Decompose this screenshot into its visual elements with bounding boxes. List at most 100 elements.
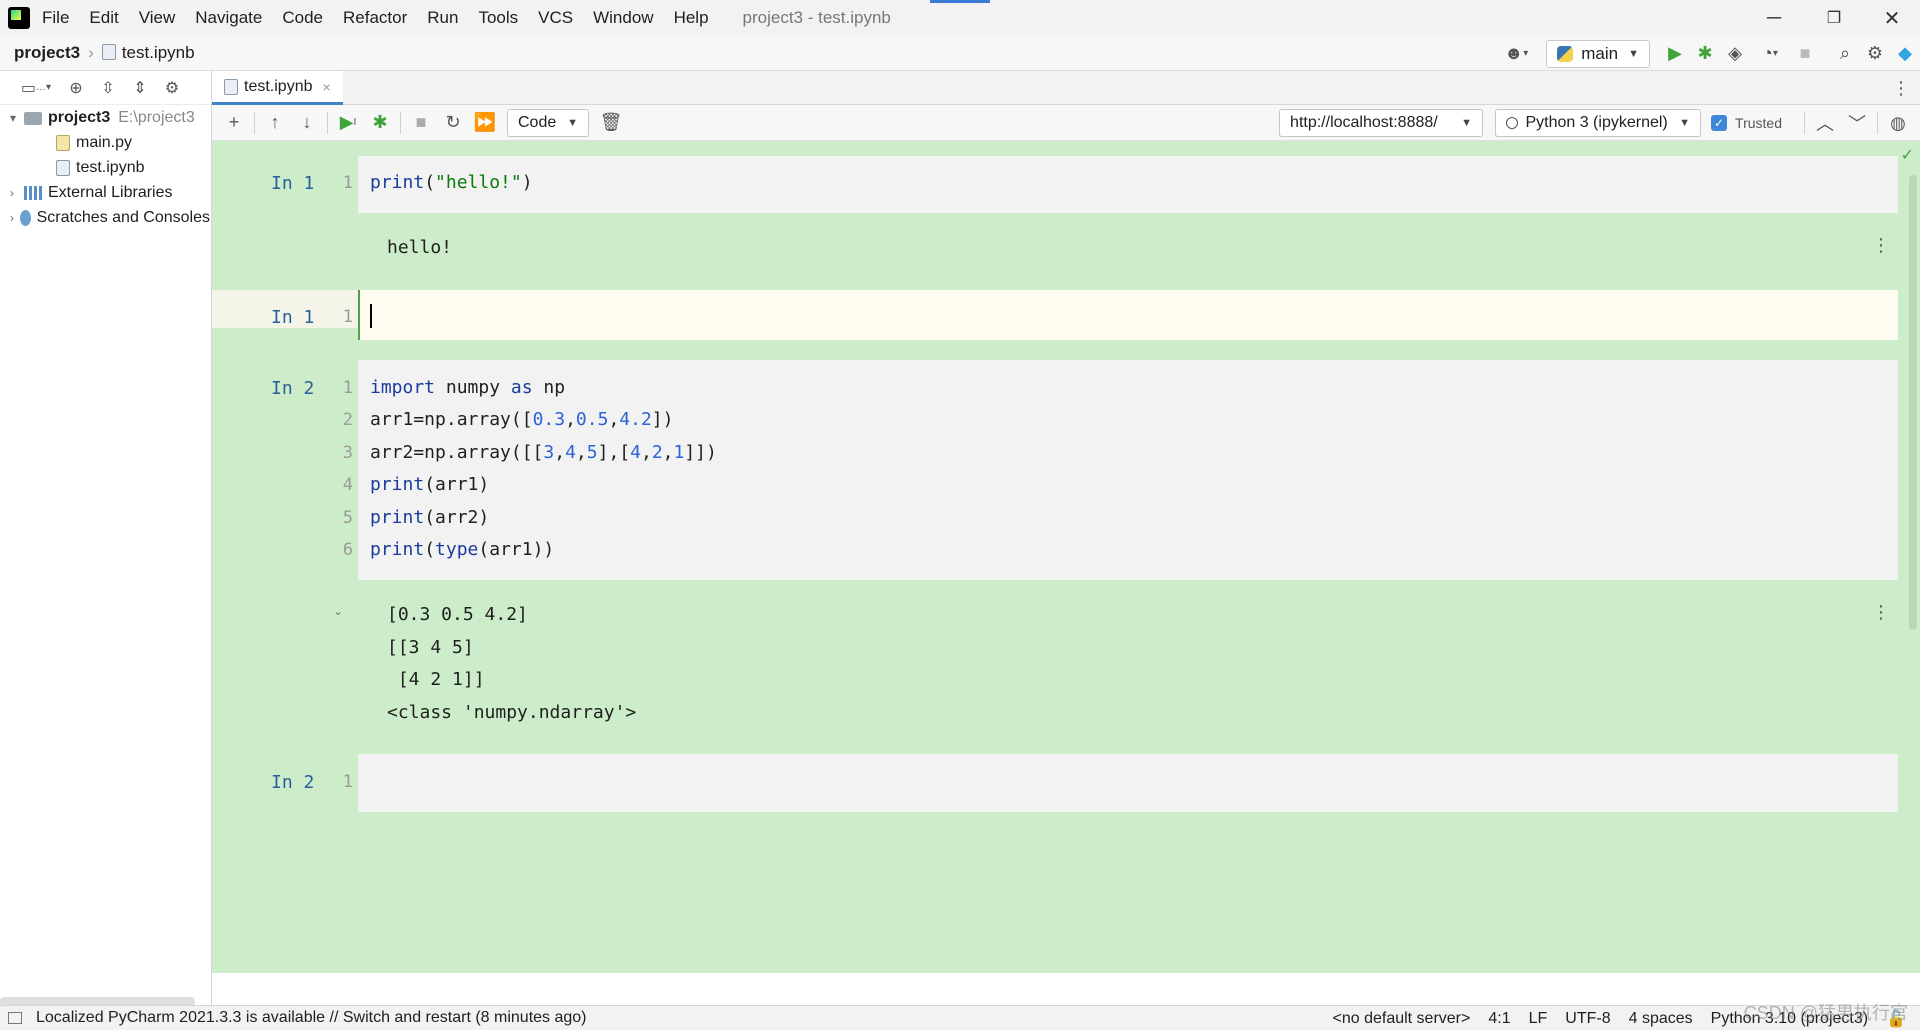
status-line-separator[interactable]: LF — [1529, 1010, 1548, 1028]
more-vertical-icon[interactable]: ⋮ — [1872, 235, 1890, 256]
cell-input[interactable] — [358, 156, 1898, 213]
collapse-icon[interactable]: ⇕ — [124, 74, 156, 102]
line-number: 3 — [342, 443, 353, 463]
progress-indicator — [930, 0, 990, 3]
globe-icon[interactable]: ◍ — [1882, 109, 1914, 137]
tree-file-main[interactable]: main.py — [56, 131, 132, 155]
python-icon — [1557, 45, 1574, 62]
breadcrumb-project[interactable]: project3 — [14, 43, 80, 63]
code-token: 4 — [565, 442, 576, 463]
menu-navigate[interactable]: Navigate — [195, 8, 262, 28]
cell-prompt: In 1 — [271, 307, 315, 328]
separator — [327, 111, 328, 134]
code-token: import — [370, 377, 436, 398]
menu-refactor[interactable]: Refactor — [343, 8, 407, 28]
chevron-down-icon: ▼ — [567, 116, 578, 129]
menu-edit[interactable]: Edit — [89, 8, 118, 28]
menu-view[interactable]: View — [139, 8, 176, 28]
tree-root[interactable]: ▾ project3 E:\project3 — [10, 106, 195, 130]
kernel-select[interactable]: Python 3 (ipykernel) ▼ — [1495, 109, 1702, 137]
code-token: 5 — [586, 442, 598, 463]
interrupt-icon[interactable]: ■ — [405, 109, 437, 137]
trusted-checkbox[interactable]: ✓ — [1711, 115, 1728, 131]
cell-input[interactable] — [358, 360, 1898, 580]
status-caret-position[interactable]: 4:1 — [1488, 1010, 1510, 1028]
coverage-icon[interactable]: ◈ — [1720, 39, 1750, 69]
output-line: [4 2 1]] — [387, 669, 485, 690]
more-vertical-icon[interactable]: ⋮ — [1892, 71, 1910, 105]
run-cell-icon[interactable]: ▶ I — [332, 109, 364, 137]
debug-cell-icon[interactable]: ✱ — [364, 109, 396, 137]
delete-icon[interactable]: 🗑 — [595, 109, 627, 137]
code-line[interactable]: print("hello!") — [370, 172, 533, 193]
chevron-down-icon[interactable]: ﹀ — [1841, 109, 1873, 137]
breadcrumb-file[interactable]: test.ipynb — [101, 43, 195, 63]
run-all-icon[interactable]: ⏩ — [469, 109, 501, 137]
notebook-toolbar: + ↑ ↓ ▶ I ✱ ■ ↻ ⏩ Code ▼ 🗑 http://localho… — [212, 105, 1920, 141]
output-line: <class 'numpy.ndarray'> — [387, 702, 637, 723]
cell-type-select[interactable]: Code ▼ — [507, 108, 589, 137]
status-message[interactable]: Localized PyCharm 2021.3.3 is available … — [36, 1009, 587, 1027]
status-server[interactable]: <no default server> — [1332, 1010, 1470, 1028]
app-logo-icon[interactable] — [8, 7, 30, 29]
notebook-file-icon — [56, 160, 70, 176]
toolbox-icon[interactable]: ◆ — [1890, 39, 1920, 69]
cell-input[interactable] — [358, 754, 1898, 812]
tree-external-libraries[interactable]: › External Libraries — [10, 181, 173, 205]
status-indent[interactable]: 4 spaces — [1629, 1010, 1693, 1028]
add-cell-icon[interactable]: + — [218, 109, 250, 137]
code-line[interactable]: arr1=np.array([0.3,0.5,4.2]) — [370, 409, 673, 430]
code-line[interactable]: import numpy as np — [370, 377, 565, 398]
debug-icon[interactable]: ✱ — [1690, 39, 1720, 69]
close-button[interactable]: ✕ — [1864, 0, 1920, 36]
menu-tools[interactable]: Tools — [478, 8, 518, 28]
line-number: 1 — [342, 307, 353, 327]
code-line[interactable]: print(arr2) — [370, 507, 489, 528]
stop-icon[interactable]: ■ — [1790, 39, 1820, 69]
menu-vcs[interactable]: VCS — [538, 8, 573, 28]
gear-icon[interactable]: ⚙ — [156, 74, 188, 102]
menu-file[interactable]: File — [42, 8, 69, 28]
more-vertical-icon[interactable]: ⋮ — [1872, 602, 1890, 623]
tab-test-ipynb[interactable]: test.ipynb × — [212, 71, 343, 105]
profile-icon[interactable]: ◔ ▾ — [1750, 39, 1790, 69]
code-line[interactable]: arr2=np.array([[3,4,5],[4,2,1]]) — [370, 442, 717, 463]
status-bar: Localized PyCharm 2021.3.3 is available … — [0, 1005, 1920, 1030]
locate-icon[interactable]: ⊕ — [60, 74, 92, 102]
menu-code[interactable]: Code — [282, 8, 323, 28]
minimize-button[interactable]: ─ — [1746, 0, 1802, 36]
vertical-scrollbar[interactable] — [1909, 175, 1917, 630]
collapse-output-icon[interactable]: ⌄ — [333, 604, 343, 618]
move-down-icon[interactable]: ↓ — [291, 109, 323, 137]
menu-help[interactable]: Help — [674, 8, 709, 28]
search-icon[interactable]: ⌕ — [1830, 39, 1860, 69]
cell-input[interactable] — [358, 290, 1898, 340]
menu-window[interactable]: Window — [593, 8, 653, 28]
expand-icon[interactable]: ⇳ — [92, 74, 124, 102]
code-token: 2 — [651, 442, 663, 463]
restore-button[interactable]: ❐ — [1806, 0, 1862, 36]
code-line[interactable]: print(type(arr1)) — [370, 539, 554, 560]
close-tab-icon[interactable]: × — [322, 79, 330, 95]
server-select[interactable]: http://localhost:8888/ ▼ — [1279, 109, 1484, 137]
line-number: 4 — [342, 475, 353, 495]
run-icon[interactable]: ▶ — [1660, 39, 1690, 69]
chevron-up-icon[interactable]: ︿ — [1809, 109, 1841, 137]
line-number: 1 — [342, 378, 353, 398]
panel-toggle-icon[interactable] — [8, 1012, 22, 1024]
tree-scratches[interactable]: › Scratches and Consoles — [10, 206, 210, 230]
restart-icon[interactable]: ↻ — [437, 109, 469, 137]
tree-file-notebook[interactable]: test.ipynb — [56, 156, 144, 180]
project-toolbar: ▭ …▾ ⊕ ⇳ ⇕ ⚙ — [0, 71, 211, 105]
run-config-select[interactable]: main ▼ — [1546, 39, 1650, 68]
move-up-icon[interactable]: ↑ — [259, 109, 291, 137]
gear-icon[interactable]: ⚙ — [1860, 39, 1890, 69]
notebook-editor[interactable]: ✓ In 1 1 print("hello!") hello! ⋮ In 1 1… — [212, 141, 1920, 973]
menu-run[interactable]: Run — [427, 8, 458, 28]
project-view-icon[interactable]: ▭ …▾ — [12, 74, 60, 102]
status-encoding[interactable]: UTF-8 — [1565, 1010, 1610, 1028]
user-icon[interactable]: ☻ ▾ — [1496, 39, 1536, 69]
text-cursor — [370, 304, 372, 328]
code-token: type — [435, 539, 479, 560]
code-line[interactable]: print(arr1) — [370, 474, 489, 495]
